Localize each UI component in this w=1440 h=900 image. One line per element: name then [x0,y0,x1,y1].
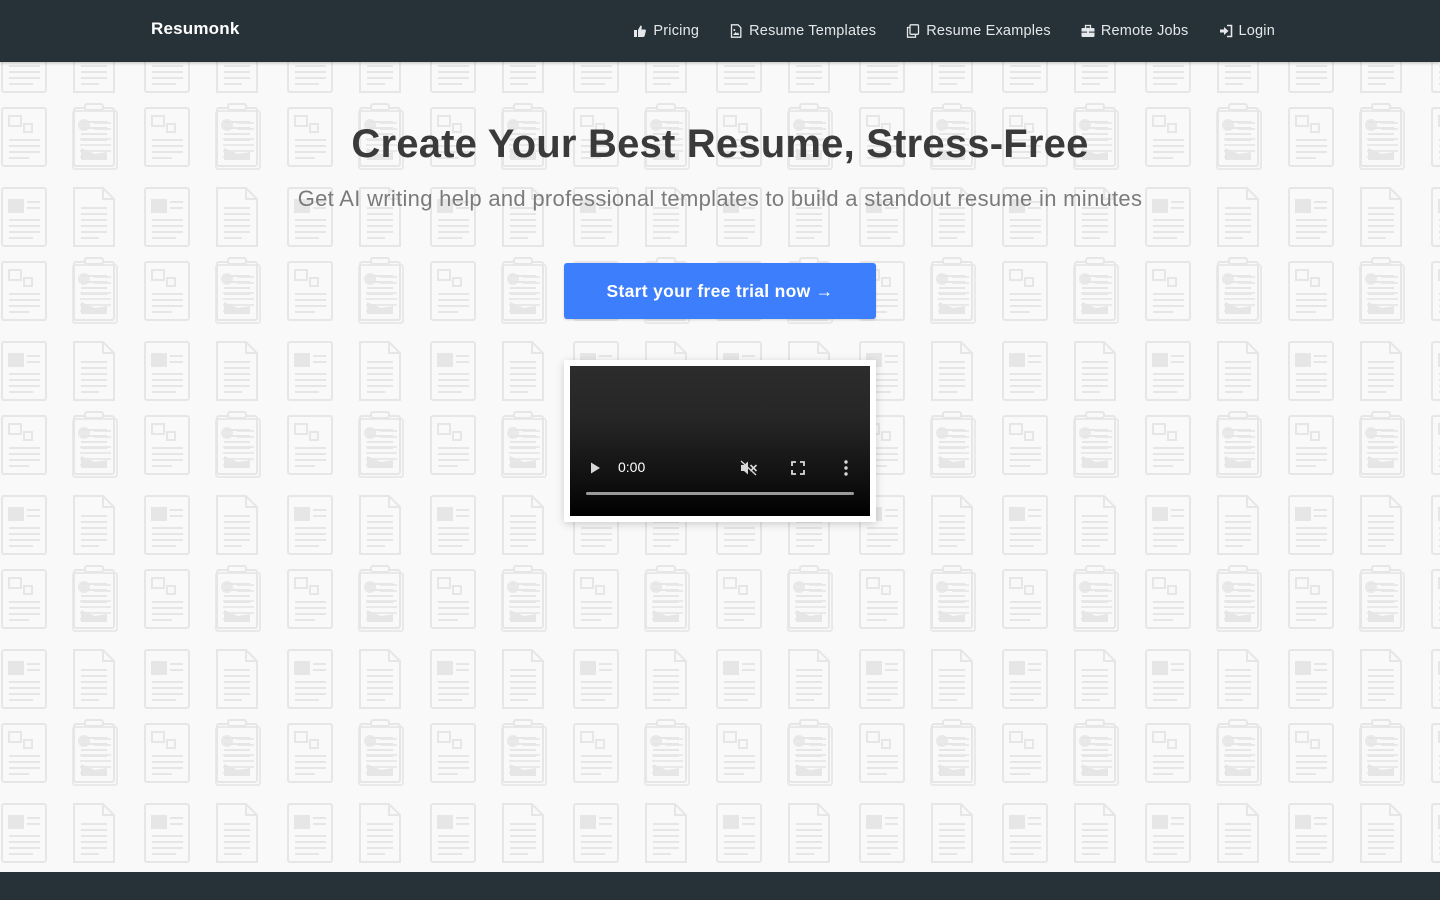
nav-login-label: Login [1238,23,1275,39]
nav-resume-templates-label: Resume Templates [749,23,877,39]
video-time: 0:00 [618,459,646,475]
more-options-icon[interactable] [842,459,850,477]
footer-strip [0,872,1440,900]
briefcase-icon [1081,24,1095,38]
play-icon[interactable] [588,461,602,475]
nav-login-link[interactable]: Login [1219,23,1275,39]
start-free-trial-button[interactable]: Start your free trial now → [564,263,876,319]
copy-documents-icon [906,24,920,38]
fullscreen-icon[interactable] [791,461,805,475]
hero-subtitle: Get AI writing help and professional tem… [297,186,1143,211]
nav-links: Pricing Resume Templates Resume Examples… [633,0,1275,62]
nav-pricing-link[interactable]: Pricing [633,23,699,39]
video-seek-bar[interactable] [586,492,854,495]
brand-logo-link[interactable]: Resumonk [151,19,240,39]
nav-resume-examples-link[interactable]: Resume Examples [906,23,1051,39]
top-navbar: Resumonk Pricing Resume Templates Resume… [0,0,1440,62]
nav-remote-jobs-link[interactable]: Remote Jobs [1081,23,1189,39]
mute-icon[interactable] [740,460,758,476]
nav-remote-jobs-label: Remote Jobs [1100,23,1189,39]
thumbs-up-icon [633,24,647,38]
video-frame: 0:00 [564,360,876,522]
document-image-icon [729,24,743,38]
nav-resume-templates-link[interactable]: Resume Templates [729,23,876,39]
nav-pricing-label: Pricing [653,23,700,39]
nav-resume-examples-label: Resume Examples [926,23,1051,39]
sign-in-icon [1219,24,1233,38]
demo-video-player[interactable]: 0:00 [570,366,870,516]
hero-title: Create Your Best Resume, Stress-Free [351,122,1089,166]
